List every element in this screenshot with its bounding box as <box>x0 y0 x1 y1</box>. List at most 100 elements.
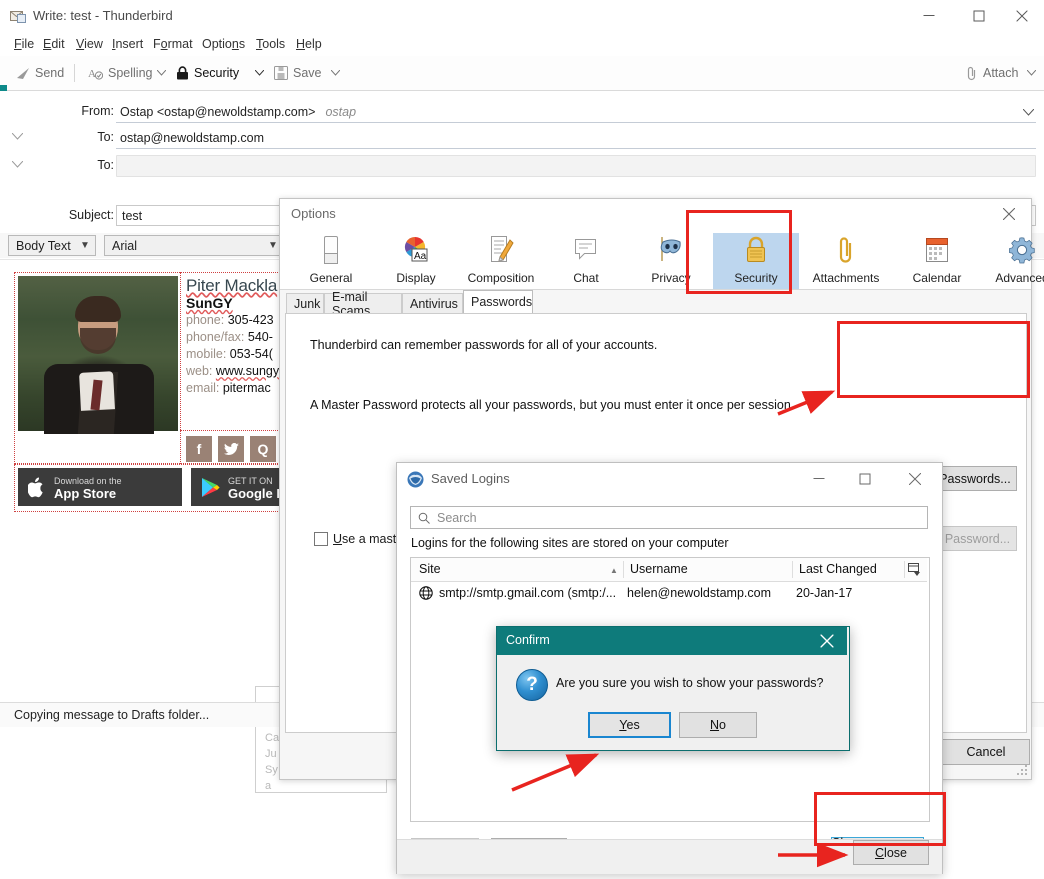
options-resize-grip[interactable] <box>1017 765 1029 777</box>
row-site: smtp://smtp.gmail.com (smtp:/... <box>419 586 616 600</box>
window-titlebar: Write: test - Thunderbird <box>0 0 1044 35</box>
compose-toolbar: Send A Spelling Security Save Attach <box>0 56 1044 91</box>
options-tab-chat[interactable]: Chat <box>543 233 629 289</box>
menu-insert[interactable]: Insert <box>110 37 145 51</box>
options-tab-security[interactable]: Security <box>713 233 799 289</box>
options-tab-composition[interactable]: Composition <box>458 233 544 289</box>
subtab-antivirus[interactable]: Antivirus <box>402 293 463 313</box>
security-dropdown-chevron-down-icon[interactable] <box>250 64 268 82</box>
to-label-1: To: <box>97 130 114 144</box>
options-close-button[interactable] <box>987 199 1031 229</box>
menu-tools[interactable]: Tools <box>254 37 287 51</box>
confirm-no-button[interactable]: No <box>679 712 757 738</box>
options-tab-display-label: Display <box>396 271 436 285</box>
menu-edit[interactable]: Edit <box>41 37 67 51</box>
search-input[interactable]: Search <box>410 506 928 529</box>
menu-format[interactable]: Format <box>151 37 195 51</box>
thunderbird-icon <box>407 471 424 488</box>
toolbar-separator-1 <box>74 64 75 82</box>
font-family-value: Arial <box>112 238 138 253</box>
google-play-icon <box>202 477 220 497</box>
facebook-icon[interactable]: f <box>186 436 212 462</box>
signature-line-mobile: mobile: 053-54( <box>186 347 273 361</box>
security-button[interactable]: Security <box>176 61 239 85</box>
options-tab-privacy[interactable]: Privacy <box>628 233 714 289</box>
window-title: Write: test - Thunderbird <box>33 8 173 23</box>
subtab-email-scams[interactable]: E-mail Scams <box>324 290 402 318</box>
column-header-username[interactable]: Username <box>630 562 688 576</box>
signature-portrait-photo <box>18 276 178 434</box>
send-button[interactable]: Send <box>16 61 64 85</box>
column-divider-2[interactable] <box>792 561 793 578</box>
options-tab-privacy-label: Privacy <box>651 271 691 285</box>
to-row-2: To: <box>0 153 1044 180</box>
menu-options[interactable]: Options <box>200 37 247 51</box>
saved-logins-minimize-button[interactable] <box>796 463 842 495</box>
window-maximize-button[interactable] <box>956 0 1002 32</box>
options-tab-calendar-label: Calendar <box>912 271 962 285</box>
remember-passwords-text: Thunderbird can remember passwords for a… <box>310 338 658 352</box>
to-field-1[interactable]: ostap@newoldstamp.com <box>116 127 1036 149</box>
confirm-close-button[interactable] <box>811 627 843 655</box>
confirm-dialog: Confirm ? Are you sure you wish to show … <box>496 626 850 751</box>
quora-icon[interactable]: Q <box>250 436 276 462</box>
app-store-small: Download on the <box>54 476 122 486</box>
background-label-3: Sy <box>265 764 278 776</box>
save-dropdown-chevron-down-icon[interactable] <box>326 64 344 82</box>
attach-dropdown-chevron-down-icon[interactable] <box>1022 64 1040 82</box>
column-header-last-changed[interactable]: Last Changed <box>799 562 877 576</box>
subtab-junk[interactable]: Junk <box>286 293 324 313</box>
window-close-button[interactable] <box>1000 0 1044 32</box>
twitter-icon[interactable] <box>218 436 244 462</box>
spelling-button[interactable]: A Spelling <box>88 61 152 85</box>
status-text: Copying message to Drafts folder... <box>14 708 210 722</box>
signature-text: Piter Mackla SunGY phone: 305-423 phone/… <box>186 276 292 431</box>
from-dropdown-chevron-down-icon[interactable] <box>1022 107 1035 119</box>
signature-line-phonefax: phone/fax: 540- <box>186 330 273 344</box>
window-minimize-button[interactable] <box>906 0 952 32</box>
app-store-badge[interactable]: Download on the App Store <box>18 468 182 506</box>
options-tab-general[interactable]: General <box>288 233 374 289</box>
options-cancel-button[interactable]: Cancel <box>942 739 1030 765</box>
saved-logins-close-action-button[interactable]: Close <box>853 840 929 865</box>
from-field[interactable]: Ostap <ostap@newoldstamp.com> ostap <box>116 101 1036 123</box>
confirm-yes-button[interactable]: Yes <box>588 712 671 738</box>
to-field-2[interactable] <box>116 155 1036 177</box>
menu-help[interactable]: Help <box>294 37 324 51</box>
paragraph-style-select[interactable]: Body Text ▼ <box>8 235 96 256</box>
email-signature-block[interactable]: Piter Mackla SunGY phone: 305-423 phone/… <box>10 268 331 512</box>
menu-file[interactable]: File <box>12 37 36 51</box>
save-button[interactable]: Save <box>274 61 322 85</box>
options-tab-display[interactable]: Aa Display <box>373 233 459 289</box>
signature-line-phone: phone: 305-423 <box>186 313 274 327</box>
subject-label: Subject: <box>68 208 114 222</box>
options-category-tabs: General Aa Display Composition Chat Priv… <box>280 229 1044 290</box>
from-row: From: Ostap <ostap@newoldstamp.com> osta… <box>0 99 1044 126</box>
column-header-site[interactable]: Site <box>419 562 441 576</box>
subtab-passwords[interactable]: Passwords <box>463 290 533 313</box>
row-last-changed: 20-Jan-17 <box>796 586 853 600</box>
to-row-1-chevron-down-icon[interactable] <box>11 131 24 143</box>
column-picker-icon[interactable] <box>908 563 922 577</box>
font-family-select[interactable]: Arial ▼ <box>104 235 284 256</box>
menu-view[interactable]: View <box>74 37 105 51</box>
menu-bar: File Edit View Insert Format Options Too… <box>0 34 1044 56</box>
attach-button[interactable]: Attach <box>966 61 1018 85</box>
google-play-small: GET IT ON <box>228 476 273 486</box>
svg-text:Aa: Aa <box>414 251 427 262</box>
options-tab-advanced[interactable]: Advanced <box>979 233 1044 289</box>
saved-logins-close-button[interactable] <box>888 463 942 495</box>
saved-logins-maximize-button[interactable] <box>842 463 888 495</box>
send-icon <box>17 68 29 79</box>
table-row[interactable]: smtp://smtp.gmail.com (smtp:/... helen@n… <box>411 581 927 605</box>
to-row-2-chevron-down-icon[interactable] <box>11 159 24 171</box>
options-tab-calendar[interactable]: Calendar <box>894 233 980 289</box>
confirm-body: ? Are you sure you wish to show your pas… <box>497 655 847 748</box>
spelling-dropdown-chevron-down-icon[interactable] <box>152 64 170 82</box>
save-disk-icon <box>274 66 288 80</box>
column-divider-3[interactable] <box>904 561 905 578</box>
signature-line-web: web: www.sungy <box>186 364 280 378</box>
options-tab-attachments-label: Attachments <box>812 271 880 285</box>
column-divider-1[interactable] <box>623 561 624 578</box>
options-tab-attachments[interactable]: Attachments <box>798 233 894 289</box>
